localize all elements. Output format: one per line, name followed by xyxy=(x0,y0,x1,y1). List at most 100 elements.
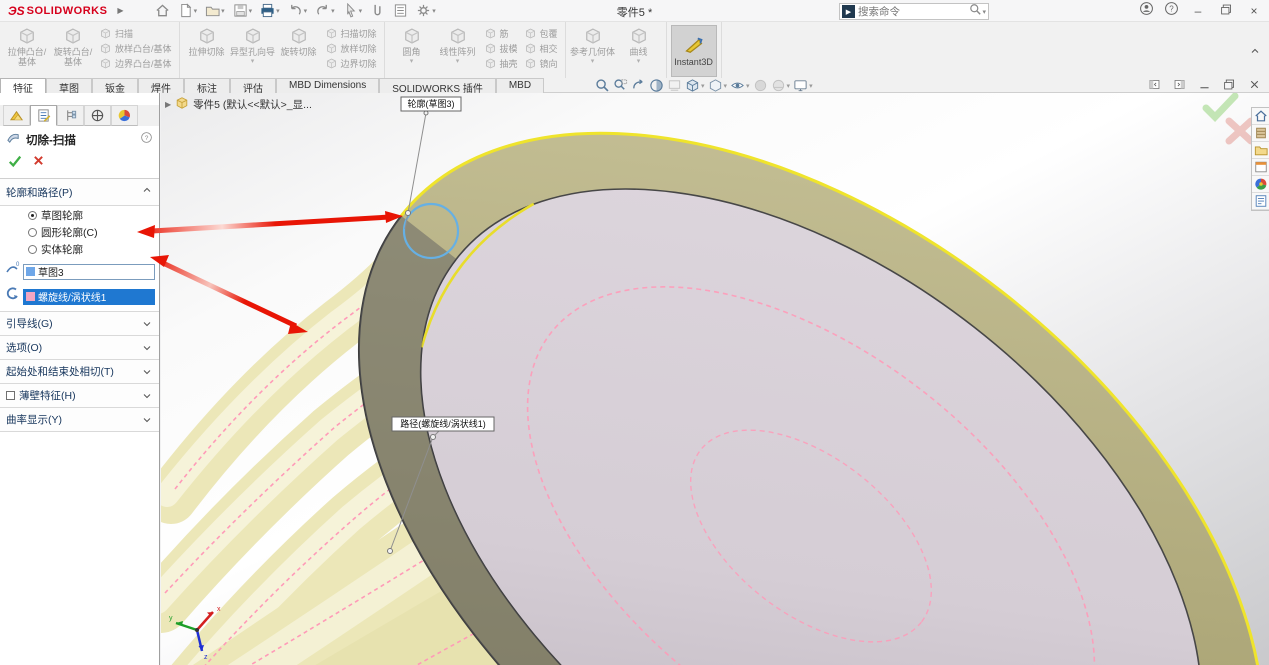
taskpane-file-explorer-tab[interactable] xyxy=(1252,142,1269,159)
attach-button[interactable] xyxy=(367,1,388,20)
ribbon-button[interactable]: 抽壳 xyxy=(484,57,518,70)
view-settings-button[interactable]: ▾ xyxy=(793,78,813,93)
section-引导线(G)[interactable]: 引导线(G) xyxy=(0,312,159,336)
select-icon xyxy=(343,3,358,18)
tab-焊件[interactable]: 焊件 xyxy=(138,78,184,93)
zoom-to-area-button[interactable] xyxy=(613,78,628,93)
open-button[interactable]: ▾ xyxy=(202,1,228,20)
radio-圆形轮廓(C)[interactable]: 圆形轮廓(C) xyxy=(28,225,159,240)
taskpane-home-tab[interactable] xyxy=(1252,108,1269,125)
zoom-to-fit-button[interactable] xyxy=(595,78,610,93)
doc-pane-left-button[interactable] xyxy=(1148,78,1161,94)
radio-实体轮廓[interactable]: 实体轮廓 xyxy=(28,242,159,257)
select-button[interactable]: ▾ xyxy=(340,1,366,20)
taskpane-appearances-tab[interactable] xyxy=(1252,176,1269,193)
panel-tab-dimxpert-manager[interactable] xyxy=(84,105,111,126)
new-file-button[interactable]: ▾ xyxy=(175,1,201,20)
tab-评估[interactable]: 评估 xyxy=(230,78,276,93)
ribbon-button[interactable]: 拉伸凸台/基体 xyxy=(4,25,50,68)
radio-草图轮廓[interactable]: 草图轮廓 xyxy=(28,208,159,223)
ribbon-button[interactable]: 旋转切除 xyxy=(276,25,322,57)
search-caret-icon[interactable]: ▾ xyxy=(982,8,986,16)
tree-expand-icon[interactable]: ▶ xyxy=(165,100,171,109)
ribbon-button[interactable]: 曲线▾ xyxy=(616,25,662,65)
ribbon-button[interactable]: 镜向 xyxy=(524,57,558,70)
ribbon-button[interactable]: 筋 xyxy=(484,27,518,40)
section-view-button[interactable] xyxy=(649,78,664,93)
pm-help-icon[interactable]: ? xyxy=(140,131,153,149)
taskpane-view-palette-tab[interactable] xyxy=(1252,159,1269,176)
checkbox-icon[interactable] xyxy=(6,391,15,400)
doc-pane-right-button[interactable] xyxy=(1173,78,1186,94)
search-icon[interactable] xyxy=(969,3,982,21)
tab-标注[interactable]: 标注 xyxy=(184,78,230,93)
doc-close-button[interactable] xyxy=(1248,78,1261,94)
panel-tab-display-manager[interactable] xyxy=(111,105,138,126)
home-button[interactable] xyxy=(152,1,173,20)
profile-path-section-header[interactable]: 轮廓和路径(P) xyxy=(0,179,159,206)
ribbon-button[interactable]: 参考几何体▾ xyxy=(570,25,616,65)
radio-icon[interactable] xyxy=(28,245,37,254)
ribbon-button[interactable]: 异型孔向导▾ xyxy=(230,25,276,65)
graphics-area[interactable]: 轮廓(草图3) 路径(螺旋线/涡状线1) xyxy=(161,93,1269,665)
ribbon-button[interactable]: 旋转凸台/基体 xyxy=(50,25,96,68)
doc-minimize-button[interactable] xyxy=(1198,78,1211,94)
ribbon-button[interactable]: 扫描切除 xyxy=(325,27,377,40)
ribbon-button[interactable]: 拔模 xyxy=(484,42,518,55)
ribbon-button[interactable]: 放样凸台/基体 xyxy=(99,42,172,55)
taskpane-custom-properties-tab[interactable] xyxy=(1252,193,1269,210)
feature-tree-flyout[interactable]: ▶ 零件5 (默认<<默认>_显... xyxy=(165,96,312,113)
ribbon-button[interactable]: 包覆 xyxy=(524,27,558,40)
menu-expand-icon[interactable]: ▶ xyxy=(117,6,123,15)
tab-MBD[interactable]: MBD xyxy=(496,78,544,93)
print-button[interactable]: ▾ xyxy=(257,1,283,20)
doc-restore-button[interactable] xyxy=(1223,78,1236,94)
display-style-button[interactable]: ▾ xyxy=(708,78,728,93)
tab-特征[interactable]: 特征 xyxy=(0,78,46,93)
ribbon-button[interactable]: 线性阵列▾ xyxy=(435,25,481,65)
help-icon[interactable]: ? xyxy=(1164,1,1179,21)
ribbon-button[interactable]: 圆角▾ xyxy=(389,25,435,65)
ribbon-button[interactable]: 放样切除 xyxy=(325,42,377,55)
profile-selection-field[interactable]: 草图3 xyxy=(23,264,155,280)
save-button[interactable]: ▾ xyxy=(230,1,256,20)
panel-tab-configuration-manager[interactable] xyxy=(57,105,84,126)
close-button[interactable]: × xyxy=(1245,4,1263,18)
ribbon-button[interactable]: 相交 xyxy=(524,42,558,55)
undo-button[interactable]: ▾ xyxy=(285,1,311,20)
section-起始处和结束处相切(T)[interactable]: 起始处和结束处相切(T) xyxy=(0,360,159,384)
path-selection-field[interactable]: 螺旋线/涡状线1 xyxy=(23,289,155,305)
section-薄壁特征(H)[interactable]: 薄壁特征(H) xyxy=(0,384,159,408)
tab-钣金[interactable]: 钣金 xyxy=(92,78,138,93)
tab-草图[interactable]: 草图 xyxy=(46,78,92,93)
search-input[interactable] xyxy=(858,6,969,18)
ok-button[interactable] xyxy=(8,154,22,173)
radio-icon[interactable] xyxy=(28,228,37,237)
ribbon-button[interactable]: 边界凸台/基体 xyxy=(99,57,172,70)
tab-MBD Dimensions[interactable]: MBD Dimensions xyxy=(276,78,379,93)
panel-tab-property-manager[interactable] xyxy=(30,105,57,126)
ribbon-button[interactable]: 拉伸切除 xyxy=(184,25,230,57)
file-properties-button[interactable] xyxy=(390,1,411,20)
previous-view-button[interactable] xyxy=(631,78,646,93)
cancel-button[interactable] xyxy=(32,154,45,173)
taskpane-design-library-tab[interactable] xyxy=(1252,125,1269,142)
ribbon-collapse-icon[interactable] xyxy=(1249,44,1261,62)
view-orientation-button[interactable]: ▾ xyxy=(685,78,705,93)
hide-show-items-button[interactable]: ▾ xyxy=(730,78,750,93)
account-icon[interactable] xyxy=(1139,1,1154,21)
ribbon-button[interactable]: 边界切除 xyxy=(325,57,377,70)
instant3d-button[interactable]: Instant3D xyxy=(671,25,717,77)
options-button[interactable]: ▾ xyxy=(413,1,439,20)
tab-SOLIDWORKS 插件[interactable]: SOLIDWORKS 插件 xyxy=(379,78,496,93)
section-曲率显示(Y)[interactable]: 曲率显示(Y) xyxy=(0,408,159,432)
redo-button[interactable]: ▾ xyxy=(312,1,338,20)
minimize-button[interactable]: – xyxy=(1189,4,1207,18)
panel-tab-featuremanager-tree[interactable] xyxy=(3,105,30,126)
search-box[interactable]: ▶ ▾ xyxy=(839,3,989,20)
section-选项(O)[interactable]: 选项(O) xyxy=(0,336,159,360)
radio-icon[interactable] xyxy=(28,211,37,220)
restore-button[interactable] xyxy=(1217,3,1235,19)
display-manager-icon xyxy=(117,108,132,123)
ribbon-button[interactable]: 扫描 xyxy=(99,27,172,40)
